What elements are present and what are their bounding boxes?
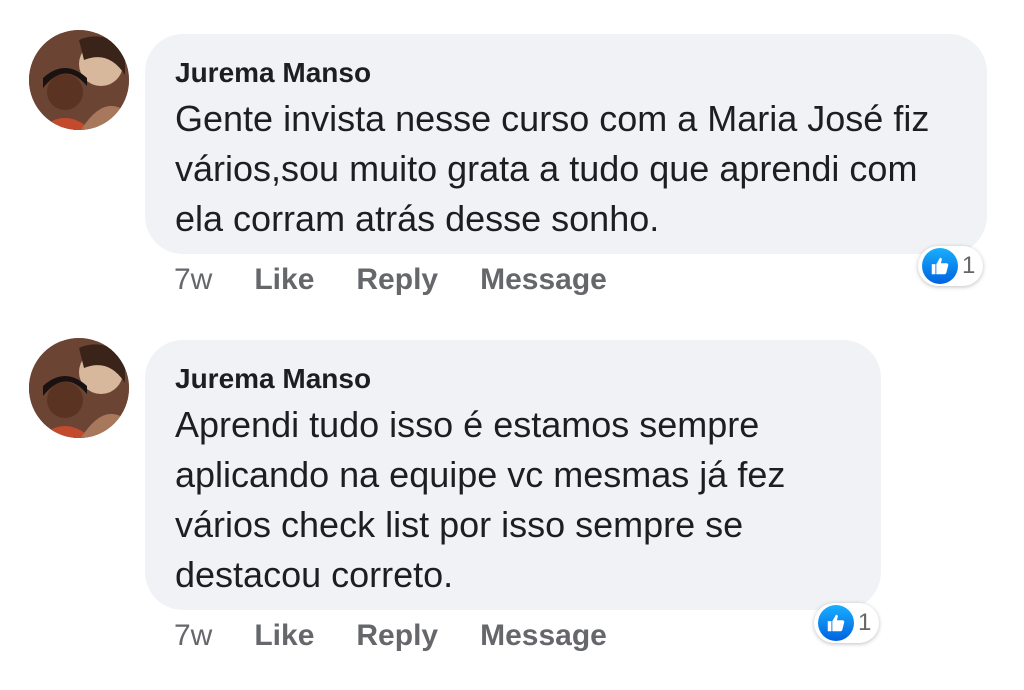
reaction-count: 1 xyxy=(858,609,872,636)
comment-actions: 7w Like Reply Message xyxy=(174,262,649,298)
thumbs-up-icon xyxy=(922,248,958,284)
like-button[interactable]: Like xyxy=(254,262,314,298)
avatar[interactable] xyxy=(29,338,129,438)
profile-photo xyxy=(29,338,129,438)
reply-button[interactable]: Reply xyxy=(356,618,438,654)
message-button[interactable]: Message xyxy=(480,618,607,654)
reply-button[interactable]: Reply xyxy=(356,262,438,298)
profile-photo xyxy=(29,30,129,130)
reaction-badge[interactable]: 1 xyxy=(918,246,984,286)
comment-bubble: Jurema Manso Aprendi tudo isso é estamos… xyxy=(145,340,881,610)
message-button[interactable]: Message xyxy=(480,262,607,298)
avatar[interactable] xyxy=(29,30,129,130)
reaction-count: 1 xyxy=(962,252,976,279)
comment-text: Gente invista nesse curso com a Maria Jo… xyxy=(175,98,930,239)
comment-author[interactable]: Jurema Manso xyxy=(175,362,853,396)
comment-timestamp[interactable]: 7w xyxy=(174,262,212,298)
comment-text: Aprendi tudo isso é estamos sempre aplic… xyxy=(175,404,786,595)
comment-bubble: Jurema Manso Gente invista nesse curso c… xyxy=(145,34,987,254)
thumbs-up-icon xyxy=(818,605,854,641)
like-button[interactable]: Like xyxy=(254,618,314,654)
comment-author[interactable]: Jurema Manso xyxy=(175,56,959,90)
comment-timestamp[interactable]: 7w xyxy=(174,618,212,654)
reaction-badge[interactable]: 1 xyxy=(814,603,880,643)
comment-actions: 7w Like Reply Message xyxy=(174,618,649,654)
